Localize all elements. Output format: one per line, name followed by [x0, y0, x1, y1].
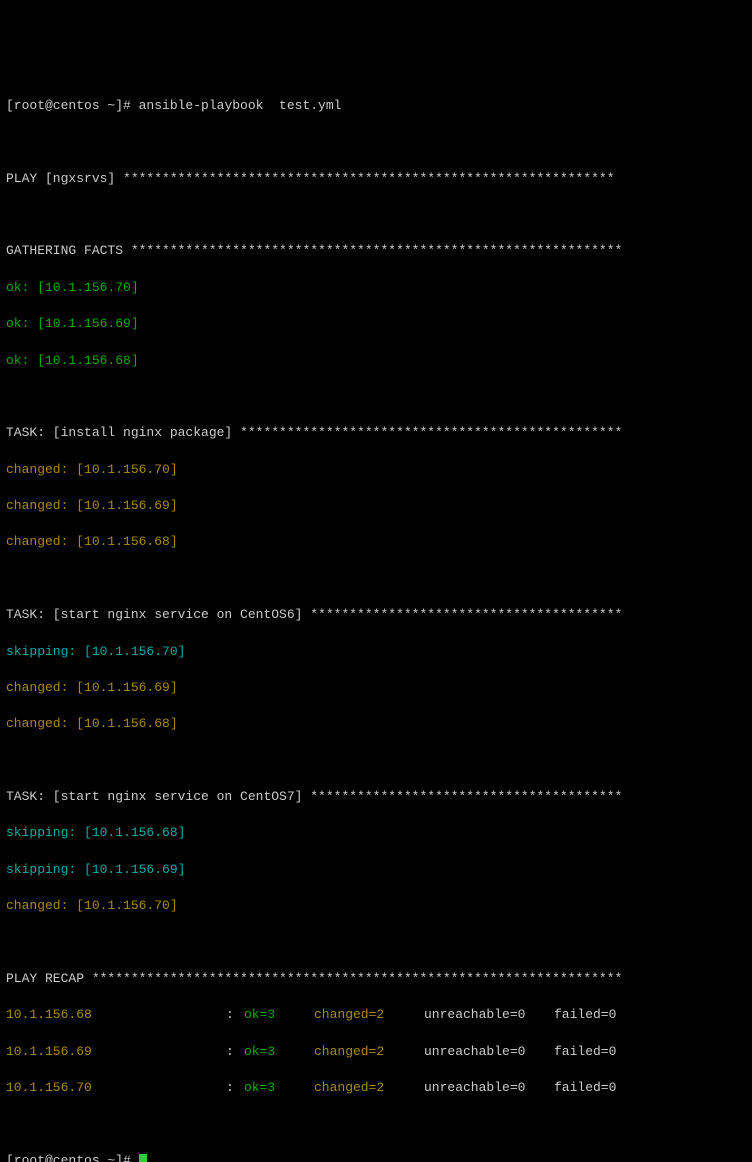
task-result: changed: [10.1.156.70]: [6, 461, 746, 479]
task-result: skipping: [10.1.156.68]: [6, 824, 746, 842]
task-result: changed: [10.1.156.69]: [6, 679, 746, 697]
prompt: [root@centos ~]#: [6, 98, 139, 113]
recap-host: 10.1.156.68: [6, 1006, 226, 1024]
command-text: ansible-playbook test.yml: [139, 98, 342, 113]
task-result: ok: [10.1.156.70]: [6, 279, 746, 297]
task-header: TASK: [install nginx package] **********…: [6, 424, 746, 442]
prompt: [root@centos ~]#: [6, 1153, 139, 1162]
task-header: TASK: [start nginx service on CentOS6] *…: [6, 606, 746, 624]
task-result: ok: [10.1.156.68]: [6, 352, 746, 370]
recap-colon: :: [226, 1043, 244, 1061]
blank-line: [6, 570, 746, 588]
terminal-output: [root@centos ~]# ansible-playbook test.y…: [6, 79, 746, 1162]
recap-ok: ok=3: [244, 1043, 314, 1061]
recap-header: PLAY RECAP *****************************…: [6, 970, 746, 988]
blank-line: [6, 934, 746, 952]
blank-line: [6, 133, 746, 151]
task-result: changed: [10.1.156.69]: [6, 497, 746, 515]
task-result: changed: [10.1.156.70]: [6, 897, 746, 915]
recap-changed: changed=2: [314, 1079, 424, 1097]
recap-ok: ok=3: [244, 1006, 314, 1024]
recap-ok: ok=3: [244, 1079, 314, 1097]
task-result: ok: [10.1.156.69]: [6, 315, 746, 333]
recap-host: 10.1.156.69: [6, 1043, 226, 1061]
blank-line: [6, 206, 746, 224]
blank-line: [6, 752, 746, 770]
task-result: changed: [10.1.156.68]: [6, 715, 746, 733]
recap-changed: changed=2: [314, 1043, 424, 1061]
recap-failed: failed=0: [554, 1006, 616, 1024]
recap-host: 10.1.156.70: [6, 1079, 226, 1097]
gathering-facts-header: GATHERING FACTS ************************…: [6, 242, 746, 260]
task-result: skipping: [10.1.156.70]: [6, 643, 746, 661]
prompt-line[interactable]: [root@centos ~]#: [6, 1152, 746, 1162]
recap-unreachable: unreachable=0: [424, 1079, 554, 1097]
command-line: [root@centos ~]# ansible-playbook test.y…: [6, 97, 746, 115]
recap-row: 10.1.156.68: ok=3changed=2unreachable=0f…: [6, 1006, 746, 1024]
cursor-icon: [139, 1154, 147, 1162]
recap-colon: :: [226, 1079, 244, 1097]
play-header: PLAY [ngxsrvs] *************************…: [6, 170, 746, 188]
task-result: changed: [10.1.156.68]: [6, 533, 746, 551]
recap-colon: :: [226, 1006, 244, 1024]
recap-row: 10.1.156.70: ok=3changed=2unreachable=0f…: [6, 1079, 746, 1097]
recap-changed: changed=2: [314, 1006, 424, 1024]
recap-failed: failed=0: [554, 1079, 616, 1097]
task-result: skipping: [10.1.156.69]: [6, 861, 746, 879]
recap-unreachable: unreachable=0: [424, 1006, 554, 1024]
blank-line: [6, 388, 746, 406]
recap-row: 10.1.156.69: ok=3changed=2unreachable=0f…: [6, 1043, 746, 1061]
recap-unreachable: unreachable=0: [424, 1043, 554, 1061]
task-header: TASK: [start nginx service on CentOS7] *…: [6, 788, 746, 806]
recap-failed: failed=0: [554, 1043, 616, 1061]
blank-line: [6, 1115, 746, 1133]
